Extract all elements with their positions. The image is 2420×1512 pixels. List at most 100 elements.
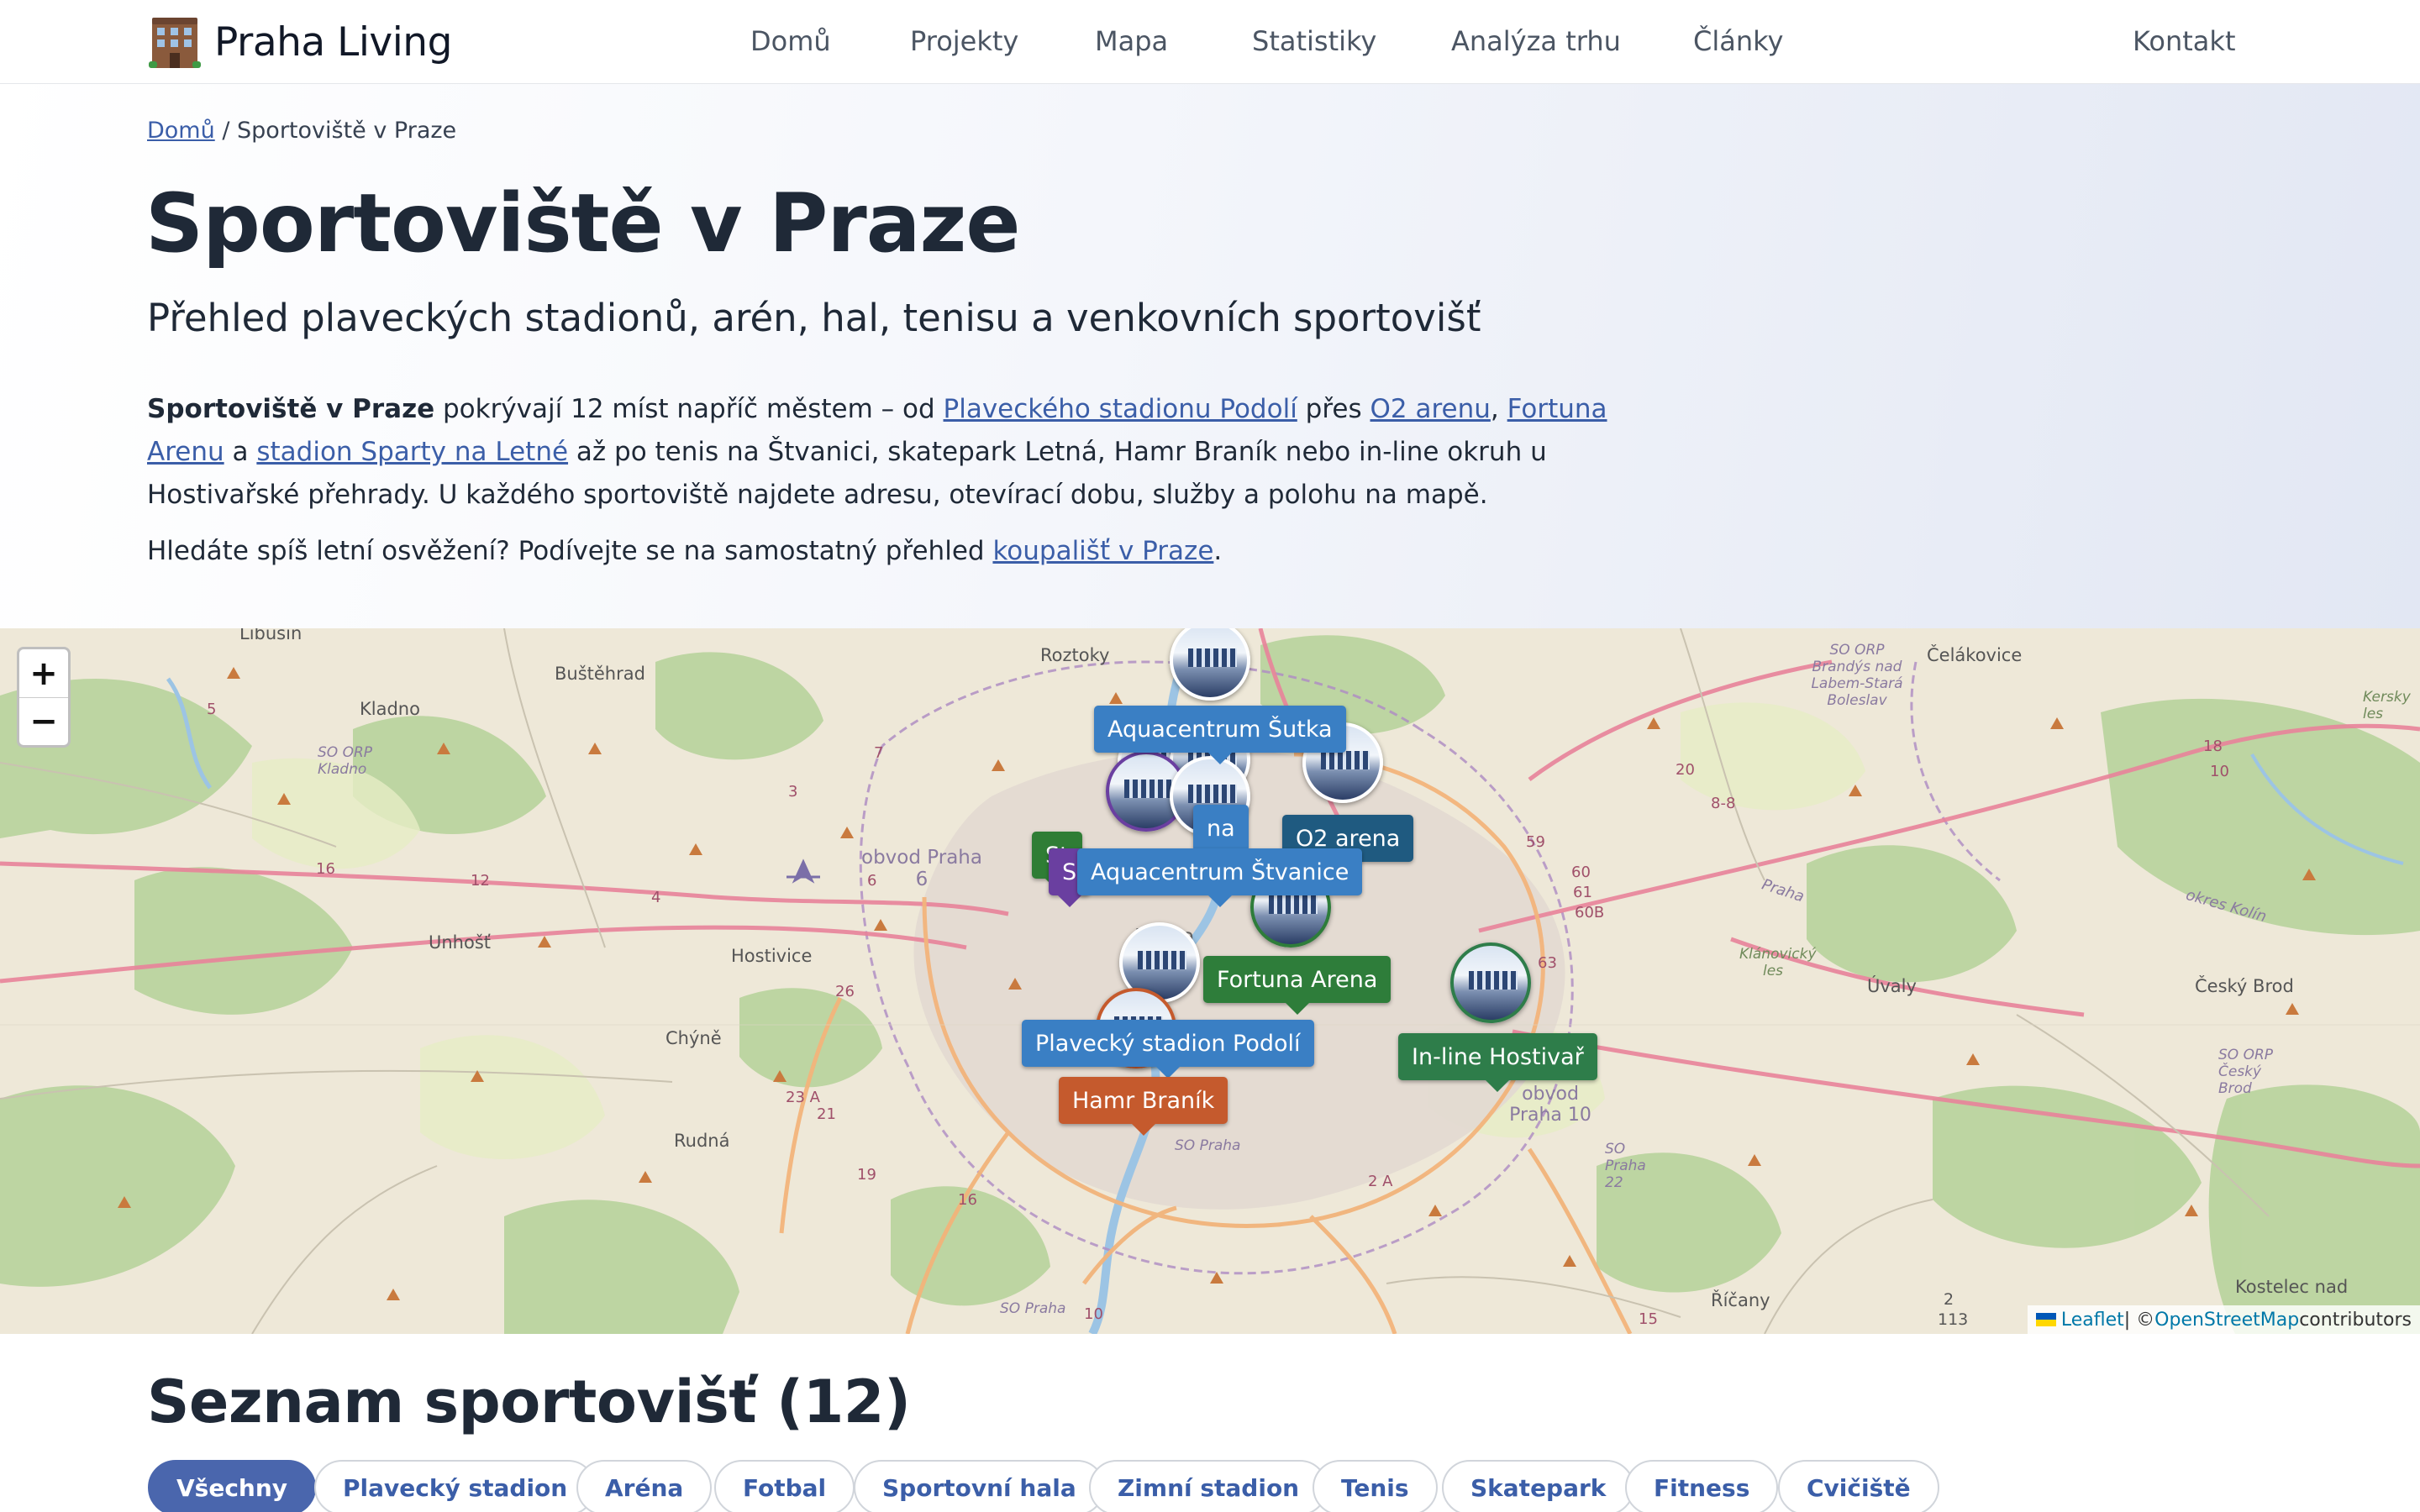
intro-text-1: pokrývají 12 míst napříč městem – od bbox=[434, 394, 944, 424]
note-paragraph: Hledáte spíš letní osvěžení? Podívejte s… bbox=[147, 536, 1222, 566]
map-marker-label[interactable]: Hamr Braník bbox=[1059, 1077, 1228, 1136]
nav-projects[interactable]: Projekty bbox=[910, 25, 1018, 57]
road-number: 20 bbox=[1676, 761, 1695, 779]
hero-section: Domů / Sportoviště v Praze Sportoviště v… bbox=[0, 84, 2420, 628]
nav-home[interactable]: Domů bbox=[750, 25, 831, 57]
place-label: SO Praha 22 bbox=[1605, 1141, 1646, 1191]
place-label: Roztoky bbox=[1040, 645, 1110, 665]
road-number: 2 bbox=[1944, 1290, 1954, 1309]
page-subtitle: Přehled plaveckých stadionů, arén, hal, … bbox=[147, 296, 1481, 340]
place-label: obvod Praha 6 bbox=[861, 847, 982, 890]
link-swimming-pools[interactable]: koupališť v Praze bbox=[992, 536, 1213, 566]
building-icon bbox=[149, 18, 201, 68]
ukraine-flag-icon bbox=[2035, 1313, 2056, 1326]
place-label: obvod Praha 10 bbox=[1509, 1084, 1591, 1126]
nav-statistics[interactable]: Statistiky bbox=[1252, 25, 1376, 57]
road-number: 60 bbox=[1571, 864, 1591, 881]
link-o2-arena[interactable]: O2 arenu bbox=[1370, 394, 1491, 424]
breadcrumb-home-link[interactable]: Domů bbox=[147, 118, 215, 144]
road-number: 26 bbox=[835, 983, 855, 1000]
filter-sports-hall[interactable]: Sportovní hala bbox=[854, 1460, 1105, 1512]
road-number: 15 bbox=[1639, 1310, 1658, 1328]
road-number: 8-8 bbox=[1711, 795, 1736, 812]
road-number: 12 bbox=[471, 872, 490, 890]
road-number: 23 A bbox=[786, 1089, 820, 1106]
place-label: Unhošť bbox=[429, 932, 492, 953]
nav-articles[interactable]: Články bbox=[1693, 25, 1783, 57]
map-container[interactable]: Libušín Buštěhrad Roztoky Kladno SO ORP … bbox=[0, 628, 2420, 1334]
map-marker-label[interactable]: Aquacentrum Štvanice bbox=[1077, 848, 1363, 907]
breadcrumb-separator: / bbox=[222, 118, 230, 144]
filter-skatepark[interactable]: Skatepark bbox=[1442, 1460, 1635, 1512]
road-number: 6 bbox=[867, 872, 877, 890]
road-number: 113 bbox=[1938, 1310, 1969, 1329]
place-label: SO ORP Kladno bbox=[318, 744, 373, 778]
filter-tennis[interactable]: Tenis bbox=[1313, 1460, 1438, 1512]
place-label: SO Praha bbox=[1175, 1137, 1241, 1154]
intro-text-2: přes bbox=[1297, 394, 1370, 424]
intro-bold: Sportoviště v Praze bbox=[147, 394, 435, 424]
map-marker-label[interactable]: In-line Hostivař bbox=[1398, 1033, 1597, 1092]
map-marker-label[interactable]: Aquacentrum Šutka bbox=[1094, 706, 1346, 764]
openstreetmap-link[interactable]: OpenStreetMap bbox=[2154, 1310, 2299, 1331]
road-number: 3 bbox=[788, 783, 798, 801]
brand-name: Praha Living bbox=[214, 18, 452, 66]
place-label: Kersky les bbox=[2363, 689, 2411, 722]
filter-swimming-stadium[interactable]: Plavecký stadion bbox=[314, 1460, 597, 1512]
place-label: Libušín bbox=[239, 628, 302, 643]
map-marker-thumbnail[interactable] bbox=[1450, 942, 1531, 1023]
place-label: Klánovický les bbox=[1739, 946, 1817, 979]
intro-text-3: , bbox=[1490, 394, 1507, 424]
place-label: SO ORP Brandýs nad Labem-Stará Boleslav bbox=[1811, 642, 1903, 709]
note-text-2: . bbox=[1213, 536, 1223, 566]
attribution-separator: | © bbox=[2123, 1309, 2155, 1331]
attribution-contributors: contributors bbox=[2299, 1309, 2412, 1331]
place-label: SO ORP Český Brod bbox=[2218, 1047, 2274, 1097]
filter-workout-area[interactable]: Cvičiště bbox=[1778, 1460, 1939, 1512]
road-number: 16 bbox=[316, 860, 335, 878]
nav-map[interactable]: Mapa bbox=[1095, 25, 1168, 57]
filter-arena[interactable]: Aréna bbox=[576, 1460, 713, 1512]
place-label: Čelákovice bbox=[1927, 645, 2023, 665]
filter-ice-stadium[interactable]: Zimní stadion bbox=[1089, 1460, 1328, 1512]
note-text-1: Hledáte spíš letní osvěžení? Podívejte s… bbox=[147, 536, 993, 566]
place-label: Kostelec nad bbox=[2235, 1277, 2349, 1297]
place-label: Rudná bbox=[674, 1131, 730, 1151]
zoom-in-button[interactable]: + bbox=[19, 649, 68, 697]
link-sparta-stadium[interactable]: stadion Sparty na Letné bbox=[256, 437, 568, 467]
nav-contact[interactable]: Kontakt bbox=[2133, 25, 2235, 57]
filter-football[interactable]: Fotbal bbox=[714, 1460, 855, 1512]
zoom-out-button[interactable]: − bbox=[19, 697, 68, 745]
road-number: 10 bbox=[1084, 1305, 1103, 1323]
road-number: 21 bbox=[817, 1105, 836, 1123]
filter-fitness[interactable]: Fitness bbox=[1625, 1460, 1779, 1512]
nav-market-analysis[interactable]: Analýza trhu bbox=[1451, 25, 1621, 57]
road-number: 18 bbox=[2203, 738, 2223, 755]
brand-logo[interactable]: Praha Living bbox=[147, 13, 452, 71]
page-title: Sportoviště v Praze bbox=[145, 176, 1021, 270]
road-number: 7 bbox=[874, 744, 884, 762]
intro-paragraph: Sportoviště v Praze pokrývají 12 míst na… bbox=[147, 388, 1676, 517]
breadcrumb: Domů / Sportoviště v Praze bbox=[147, 118, 456, 144]
road-number: 19 bbox=[857, 1166, 876, 1184]
leaflet-link[interactable]: Leaflet bbox=[2061, 1310, 2124, 1331]
map-marker-label[interactable]: na bbox=[1193, 805, 1249, 864]
link-podoli[interactable]: Plaveckého stadionu Podolí bbox=[944, 394, 1297, 424]
place-label: Český Brod bbox=[2195, 976, 2294, 996]
filter-all[interactable]: Všechny bbox=[148, 1460, 317, 1512]
road-number: 59 bbox=[1526, 833, 1545, 851]
map-marker-label[interactable]: Plavecký stadion Podolí bbox=[1022, 1020, 1314, 1079]
road-number: 60B bbox=[1575, 904, 1605, 921]
road-number: 16 bbox=[958, 1191, 977, 1209]
road-number: 5 bbox=[207, 701, 217, 718]
intro-text-4: a bbox=[224, 437, 257, 467]
zoom-control: + − bbox=[17, 647, 71, 748]
road-number: 61 bbox=[1573, 884, 1592, 901]
breadcrumb-current: Sportoviště v Praze bbox=[237, 118, 457, 144]
map-attribution: Leaflet | © OpenStreetMap contributors bbox=[2027, 1305, 2420, 1334]
place-label: Úvaly bbox=[1867, 976, 1917, 996]
place-label: SO Praha bbox=[1000, 1300, 1066, 1317]
map-marker-label[interactable]: Fortuna Arena bbox=[1203, 956, 1392, 1015]
place-label: Říčany bbox=[1711, 1290, 1770, 1310]
list-title: Seznam sportovišť (12) bbox=[147, 1368, 911, 1436]
